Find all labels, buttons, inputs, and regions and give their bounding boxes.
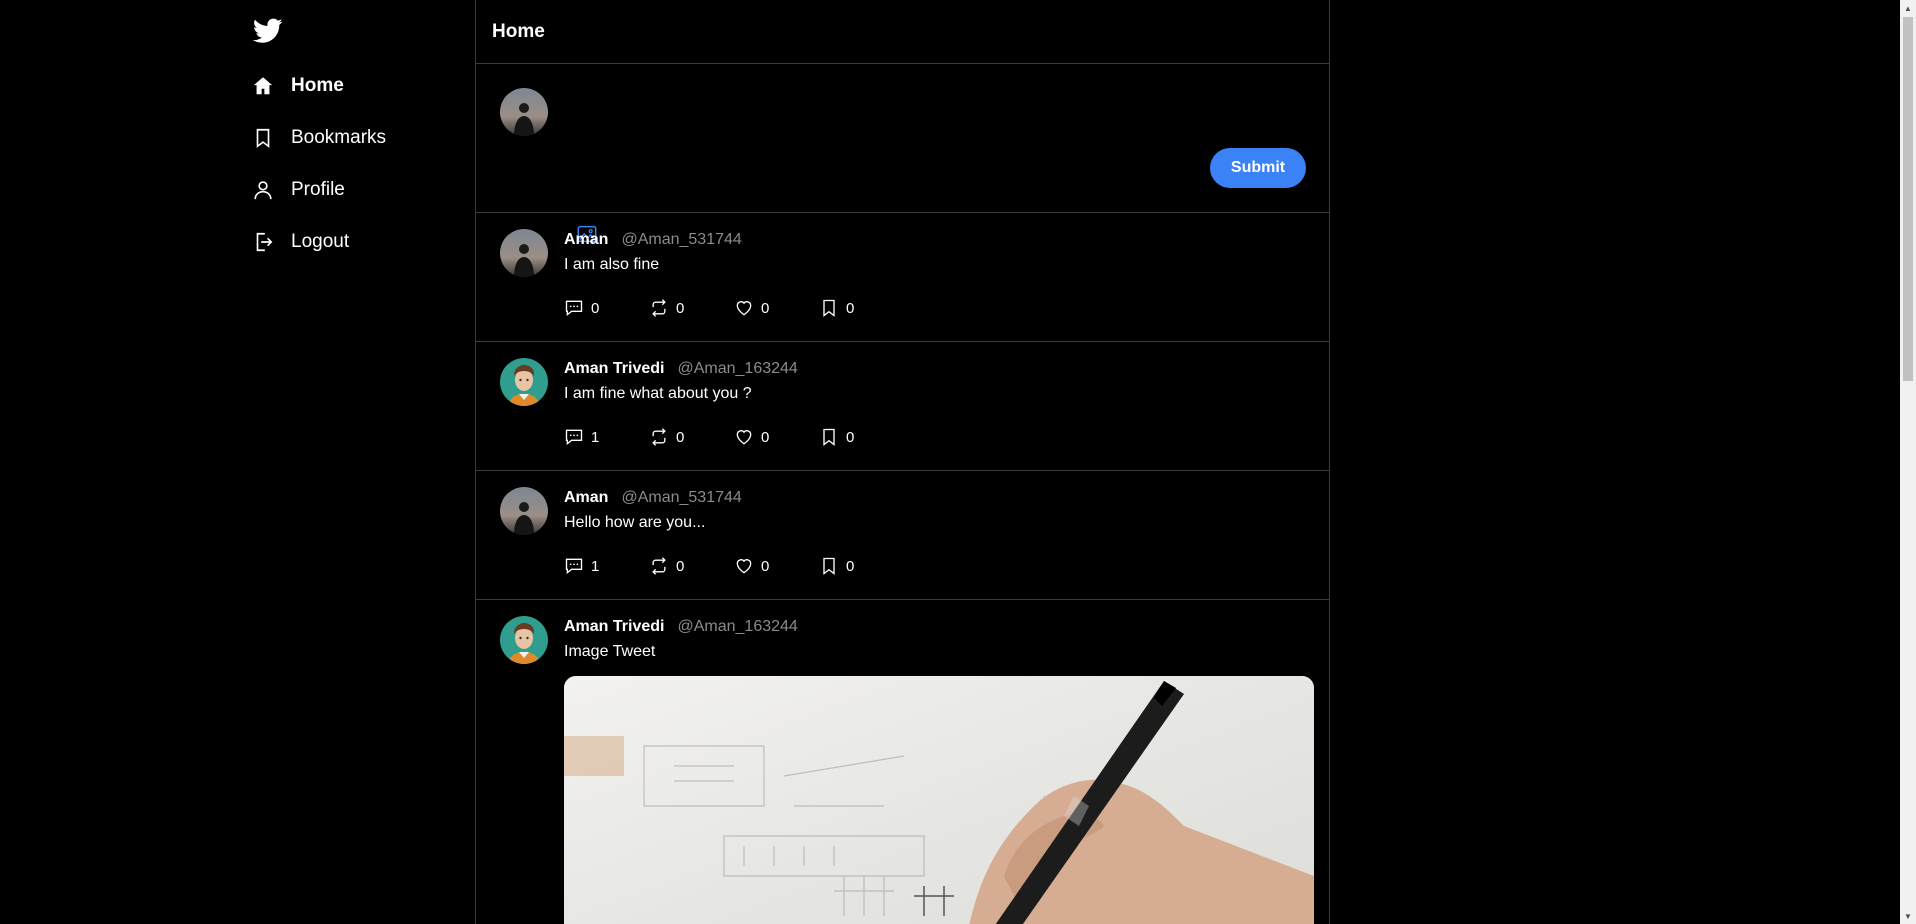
tweet-author-name[interactable]: Aman Trivedi	[564, 618, 664, 636]
tweet-author-handle: @Aman_163244	[677, 618, 798, 635]
retweet-button[interactable]: 0	[649, 298, 734, 318]
submit-button[interactable]: Submit	[1210, 148, 1306, 188]
retweet-button[interactable]: 0	[649, 556, 734, 576]
heart-icon	[734, 427, 756, 447]
like-button[interactable]: 0	[734, 556, 819, 576]
sidebar-item-logout[interactable]: Logout	[252, 224, 349, 260]
tweet-actions: 1 0 0 0	[564, 427, 904, 447]
retweet-count: 0	[676, 428, 685, 446]
retweet-icon	[649, 298, 671, 318]
sidebar-item-home[interactable]: Home	[252, 68, 344, 104]
scrollbar-thumb[interactable]	[1903, 17, 1913, 381]
sidebar-item-profile[interactable]: Profile	[252, 172, 345, 208]
sidebar-item-label: Bookmarks	[291, 127, 387, 148]
bookmark-count: 0	[846, 557, 855, 575]
home-icon	[252, 74, 274, 98]
like-button[interactable]: 0	[734, 298, 819, 318]
tweet-author-handle: @Aman_531744	[621, 489, 742, 506]
user-icon	[252, 178, 274, 202]
tweet-actions: 1 0 0 0	[564, 556, 904, 576]
avatar[interactable]	[500, 358, 548, 406]
retweet-count: 0	[676, 299, 685, 317]
tweet-image[interactable]	[564, 676, 1314, 924]
tweet-author-name[interactable]: Aman	[564, 231, 608, 249]
tweet-composer: Submit	[476, 64, 1329, 243]
heart-icon	[734, 556, 756, 576]
sidebar-item-label: Profile	[291, 179, 345, 200]
tweet-input[interactable]	[564, 90, 1304, 146]
bookmark-button[interactable]: 0	[819, 298, 904, 318]
scroll-up-icon[interactable]: ▲	[1900, 0, 1916, 16]
heart-icon	[734, 298, 756, 318]
sidebar-item-bookmarks[interactable]: Bookmarks	[252, 120, 386, 156]
retweet-icon	[649, 427, 671, 447]
sidebar: Home Bookmarks Profile Logout	[0, 0, 475, 924]
comment-count: 1	[591, 428, 600, 446]
tweet-actions: 0 0 0 0	[564, 298, 904, 318]
tweet-item[interactable]: Aman Trivedi @Aman_163244 I am fine what…	[476, 342, 1329, 471]
tweet-author-name[interactable]: Aman	[564, 489, 608, 507]
tweet-item[interactable]: Aman @Aman_531744 I am also fine 0 0 0 0	[476, 213, 1329, 342]
bookmark-button[interactable]: 0	[819, 556, 904, 576]
tweet-item[interactable]: Aman @Aman_531744 Hello how are you... 1…	[476, 471, 1329, 600]
tweet-author-name[interactable]: Aman Trivedi	[564, 360, 664, 378]
comment-icon	[564, 427, 586, 447]
tweet-item[interactable]: Aman Trivedi @Aman_163244 Image Tweet	[476, 600, 1329, 924]
retweet-icon	[649, 556, 671, 576]
page-title: Home	[492, 20, 545, 42]
scrollbar[interactable]: ▲ ▼	[1900, 0, 1916, 924]
tweet-author-handle: @Aman_531744	[621, 231, 742, 248]
comment-count: 1	[591, 557, 600, 575]
like-count: 0	[761, 557, 770, 575]
retweet-count: 0	[676, 557, 685, 575]
bookmark-icon	[819, 298, 841, 318]
scroll-down-icon[interactable]: ▼	[1900, 908, 1916, 924]
comment-icon	[564, 298, 586, 318]
avatar[interactable]	[500, 229, 548, 277]
comment-button[interactable]: 1	[564, 556, 649, 576]
bookmark-count: 0	[846, 299, 855, 317]
bird-icon[interactable]	[252, 18, 283, 44]
retweet-button[interactable]: 0	[649, 427, 734, 447]
bookmark-icon	[252, 126, 274, 150]
tweet-author-handle: @Aman_163244	[677, 360, 798, 377]
page-header: Home	[476, 0, 1329, 64]
bookmark-count: 0	[846, 428, 855, 446]
main-feed: Home Submit Aman @Aman_531744 I am also …	[475, 0, 1330, 924]
comment-button[interactable]: 0	[564, 298, 649, 318]
tweet-text: I am also fine	[564, 256, 660, 273]
tweet-text: Hello how are you...	[564, 514, 706, 531]
avatar[interactable]	[500, 616, 548, 664]
avatar[interactable]	[500, 487, 548, 535]
bookmark-button[interactable]: 0	[819, 427, 904, 447]
like-count: 0	[761, 299, 770, 317]
like-count: 0	[761, 428, 770, 446]
tweet-text: Image Tweet	[564, 643, 656, 660]
comment-icon	[564, 556, 586, 576]
logout-icon	[252, 230, 274, 254]
comment-button[interactable]: 1	[564, 427, 649, 447]
tweet-text: I am fine what about you ?	[564, 385, 752, 402]
like-button[interactable]: 0	[734, 427, 819, 447]
sidebar-item-label: Logout	[291, 231, 350, 252]
comment-count: 0	[591, 299, 600, 317]
bookmark-icon	[819, 556, 841, 576]
sidebar-item-label: Home	[291, 75, 344, 96]
bookmark-icon	[819, 427, 841, 447]
avatar	[500, 88, 548, 136]
